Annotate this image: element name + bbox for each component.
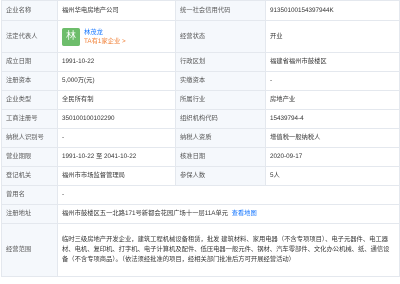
paid-capital-label: 实缴资本 (175, 71, 266, 91)
taxpayer-id-value: - (57, 128, 176, 148)
industry-value: 房地产业 (265, 90, 400, 110)
table-row: 营业期限 1991-10-22 至 2041-10-22 核准日期 2020-0… (1, 147, 400, 167)
company-type-label: 企业类型 (1, 90, 58, 110)
org-code-label: 组织机构代码 (175, 109, 266, 129)
business-scope-value: 临时三级房地产开发企业，建筑工程机械设备租赁，批发 建筑材料、家用电器（不含专项… (57, 223, 400, 277)
legal-rep-cell: 林林茂龙 TA有1家企业 > (57, 20, 176, 53)
founded-date-label: 成立日期 (1, 52, 58, 72)
business-term-label: 营业期限 (1, 147, 58, 167)
region-label: 行政区划 (175, 52, 266, 72)
former-name-label: 曾用名 (1, 185, 58, 205)
paid-capital-value: - (265, 71, 400, 91)
table-row: 企业名称 福州华电房地产公司 统一社会信用代码 9135010015439794… (1, 0, 400, 21)
view-map-link[interactable]: 查看地图 (232, 210, 257, 217)
credit-code-label: 统一社会信用代码 (175, 0, 266, 21)
business-scope-label: 经营范围 (1, 223, 58, 277)
table-row: 注册地址 福州市鼓楼区五一北路171号新都会花园广场十一层11A单元 查看地图 (1, 204, 400, 224)
registered-address-cell: 福州市鼓楼区五一北路171号新都会花园广场十一层11A单元 查看地图 (57, 204, 400, 224)
table-row: 法定代表人 林林茂龙 TA有1家企业 > 经营状态 开业 (1, 20, 400, 53)
operating-status-value: 开业 (265, 20, 400, 53)
founded-date-value: 1991-10-22 (57, 52, 176, 72)
registered-address-label: 注册地址 (1, 204, 58, 224)
region-value: 福建省福州市鼓楼区 (265, 52, 400, 72)
table-row: 注册资本 5,000万(元) 实缴资本 - (1, 71, 400, 91)
avatar[interactable]: 林 (62, 27, 80, 46)
table-row: 经营范围 临时三级房地产开发企业，建筑工程机械设备租赁，批发 建筑材料、家用电器… (1, 223, 400, 277)
registered-capital-label: 注册资本 (1, 71, 58, 91)
table-row: 登记机关 福州市市场监督管理局 参保人数 5人 (1, 166, 400, 186)
company-info-panel: 企业名称 福州华电房地产公司 统一社会信用代码 9135010015439794… (1, 0, 400, 277)
table-row: 工商注册号 350100100102290 组织机构代码 15439794-4 (1, 109, 400, 129)
insured-count-value: 5人 (265, 166, 400, 186)
company-info-table: 企业名称 福州华电房地产公司 统一社会信用代码 9135010015439794… (1, 0, 400, 277)
legal-rep-name-link[interactable]: 林茂龙 (84, 28, 126, 37)
registration-authority-label: 登记机关 (1, 166, 58, 186)
company-type-value: 全民所有制 (57, 90, 176, 110)
registered-capital-value: 5,000万(元) (57, 71, 176, 91)
company-name-value: 福州华电房地产公司 (57, 0, 176, 21)
operating-status-label: 经营状态 (175, 20, 266, 53)
business-term-value: 1991-10-22 至 2041-10-22 (57, 147, 176, 167)
table-row: 曾用名 - (1, 185, 400, 205)
former-name-value: - (57, 185, 400, 205)
credit-code-value: 91350100154397944K (265, 0, 400, 21)
taxpayer-id-label: 纳税人识别号 (1, 128, 58, 148)
insured-count-label: 参保人数 (175, 166, 266, 186)
approval-date-value: 2020-09-17 (265, 147, 400, 167)
org-code-value: 15439794-4 (265, 109, 400, 129)
table-row: 成立日期 1991-10-22 行政区划 福建省福州市鼓楼区 (1, 52, 400, 72)
registered-address-value: 福州市鼓楼区五一北路171号新都会花园广场十一层11A单元 (62, 210, 229, 217)
registration-number-label: 工商注册号 (1, 109, 58, 129)
table-row: 纳税人识别号 - 纳税人资质 增值税一般纳税人 (1, 128, 400, 148)
taxpayer-qualification-value: 增值税一般纳税人 (265, 128, 400, 148)
approval-date-label: 核准日期 (175, 147, 266, 167)
registration-authority-value: 福州市市场监督管理局 (57, 166, 176, 186)
taxpayer-qualification-label: 纳税人资质 (175, 128, 266, 148)
company-name-label: 企业名称 (1, 0, 58, 21)
registration-number-value: 350100100102290 (57, 109, 176, 129)
table-row: 企业类型 全民所有制 所属行业 房地产业 (1, 90, 400, 110)
related-companies-link[interactable]: TA有1家企业 > (84, 37, 126, 46)
industry-label: 所属行业 (175, 90, 266, 110)
legal-rep-label: 法定代表人 (1, 20, 58, 53)
